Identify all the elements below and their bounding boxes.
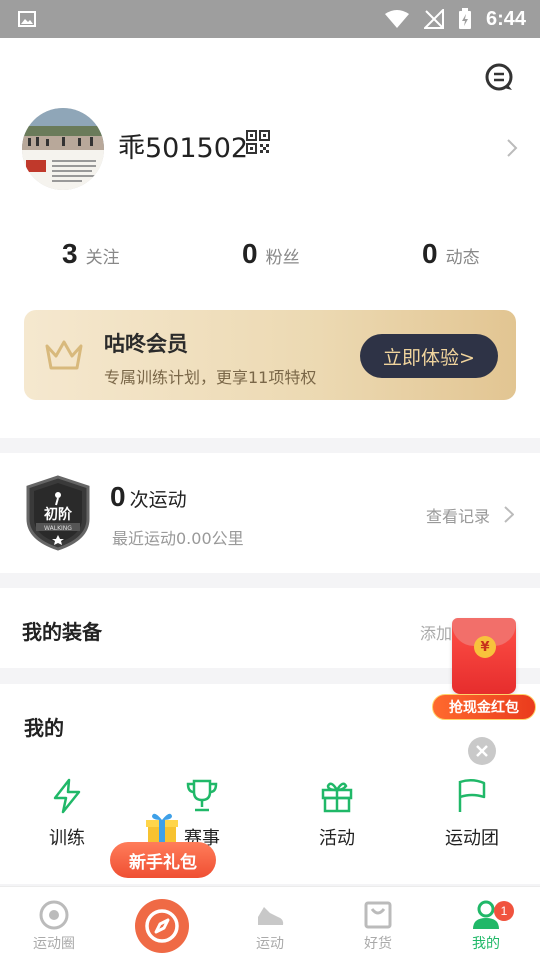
tab-sport-circle[interactable]: 运动圈 (0, 887, 108, 960)
circle-target-icon (39, 900, 69, 930)
vip-title: 咕咚会员 (104, 332, 188, 356)
tab-goods[interactable]: 好货 (324, 887, 432, 960)
tab-sport[interactable]: 运动 (216, 887, 324, 960)
profile-header: 乖501502 3 关注 0 粉丝 0 动态 咕咚会员 专属训练计划，更享11项… (0, 38, 540, 438)
grid-item-sport-group[interactable]: 运动团 (422, 778, 522, 850)
badge-level-text: 初阶 (44, 506, 73, 523)
stat-followers[interactable]: 0 粉丝 (242, 238, 300, 270)
close-icon (476, 745, 488, 757)
workout-summary[interactable]: 初阶 WALKING 0 次运动 最近运动0.00公里 查看记录 (0, 453, 540, 573)
compass-icon (145, 909, 179, 943)
newbie-gift-promo[interactable]: 新手礼包 (110, 806, 220, 886)
my-gear-title: 我的装备 (22, 620, 102, 644)
bottom-tab-bar: 运动圈 运动 好货 我的 1 (0, 886, 540, 960)
vip-subtitle: 专属训练计划，更享11项特权 (104, 368, 317, 387)
flag-icon (458, 779, 486, 812)
view-records-link[interactable]: 查看记录 (426, 503, 490, 527)
tab-mine[interactable]: 我的 1 (432, 887, 540, 960)
status-bar: 6:44 (0, 0, 540, 38)
badge-sub-text: WALKING (44, 525, 72, 532)
vip-try-button[interactable]: 立即体验> (360, 334, 498, 378)
avatar-image (22, 108, 104, 190)
recent-distance: 最近运动0.00公里 (112, 529, 244, 548)
qr-code-icon[interactable] (246, 130, 270, 154)
clock: 6:44 (485, 7, 526, 30)
grid-item-activities[interactable]: 活动 (287, 778, 387, 850)
gift-box-icon (146, 813, 178, 844)
vip-banner[interactable]: 咕咚会员 专属训练计划，更享11项特权 立即体验> (24, 310, 516, 400)
gift-box-icon (321, 782, 353, 813)
avatar[interactable] (22, 108, 104, 190)
workout-count: 0 次运动 (110, 481, 187, 512)
notification-badge: 1 (494, 901, 514, 921)
chevron-right-icon[interactable] (504, 506, 514, 523)
wifi-icon (384, 10, 409, 28)
no-signal-icon (423, 9, 444, 29)
battery-charging-icon (458, 8, 471, 29)
tab-start-workout[interactable] (135, 899, 189, 953)
stat-posts[interactable]: 0 动态 (422, 238, 480, 270)
mine-title: 我的 (24, 716, 64, 740)
message-icon[interactable] (484, 62, 514, 92)
image-icon (18, 11, 36, 27)
lightning-icon (53, 778, 81, 814)
grid-item-training[interactable]: 训练 (17, 778, 117, 850)
chevron-right-icon[interactable] (506, 138, 518, 158)
username[interactable]: 乖501502 (118, 126, 248, 165)
stat-following[interactable]: 3 关注 (62, 238, 120, 270)
coin-icon: ¥ (474, 636, 496, 658)
walking-level-badge-icon: 初阶 WALKING (26, 475, 90, 551)
close-promo-button[interactable] (468, 737, 496, 765)
newbie-gift-label: 新手礼包 (110, 842, 216, 878)
redpack-label: 抢现金红包 (432, 694, 536, 720)
shoe-icon (258, 907, 284, 925)
cash-redpack-promo[interactable]: ¥ 抢现金红包 (428, 618, 540, 720)
bag-icon (364, 901, 392, 929)
crown-icon (45, 340, 83, 370)
